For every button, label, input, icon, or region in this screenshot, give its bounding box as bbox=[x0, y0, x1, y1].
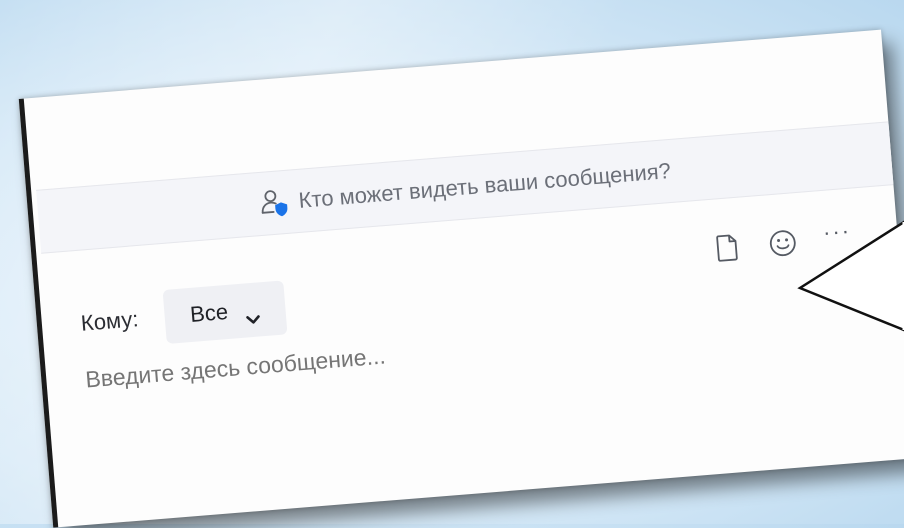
emoji-icon[interactable] bbox=[767, 227, 799, 259]
chat-card: Кто может видеть ваши сообщения? ··· Ком… bbox=[18, 29, 904, 528]
recipient-row: Кому: Все bbox=[79, 280, 288, 350]
compose-toolbar: ··· bbox=[711, 218, 853, 264]
user-shield-icon bbox=[258, 187, 290, 219]
recipient-value: Все bbox=[189, 298, 229, 327]
file-icon[interactable] bbox=[711, 232, 743, 264]
chat-panel: Кто может видеть ваши сообщения? ··· Ком… bbox=[18, 29, 904, 528]
to-label: Кому: bbox=[79, 306, 140, 336]
privacy-notice[interactable]: Кто может видеть ваши сообщения? bbox=[258, 156, 672, 219]
privacy-notice-text[interactable]: Кто может видеть ваши сообщения? bbox=[298, 158, 672, 214]
more-icon[interactable]: ··· bbox=[822, 216, 852, 248]
chevron-down-icon bbox=[246, 304, 261, 324]
recipient-dropdown[interactable]: Все bbox=[162, 280, 288, 344]
